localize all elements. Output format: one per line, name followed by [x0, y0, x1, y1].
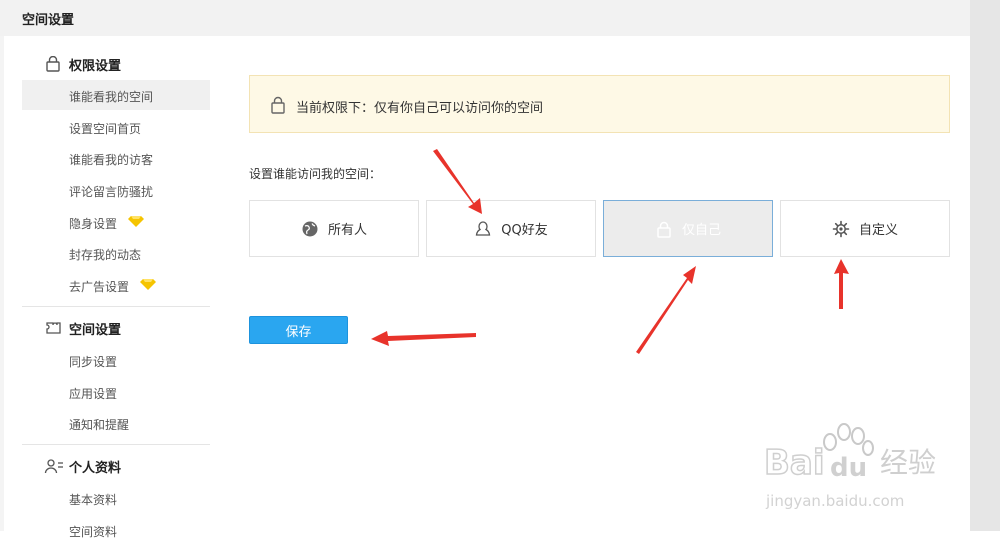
- svg-text:jingyan.baidu.com: jingyan.baidu.com: [765, 492, 904, 510]
- baidu-watermark-logo: Bai du 经验 jingyan.baidu.com: [764, 423, 936, 510]
- svg-text:经验: 经验: [880, 446, 936, 479]
- svg-text:Bai: Bai: [764, 443, 825, 483]
- arrow-to-custom: [834, 259, 849, 309]
- arrow-to-qq-friends: [433, 149, 482, 214]
- arrow-to-save: [371, 331, 476, 346]
- svg-text:du: du: [830, 453, 867, 483]
- arrow-to-only-me: [636, 266, 696, 354]
